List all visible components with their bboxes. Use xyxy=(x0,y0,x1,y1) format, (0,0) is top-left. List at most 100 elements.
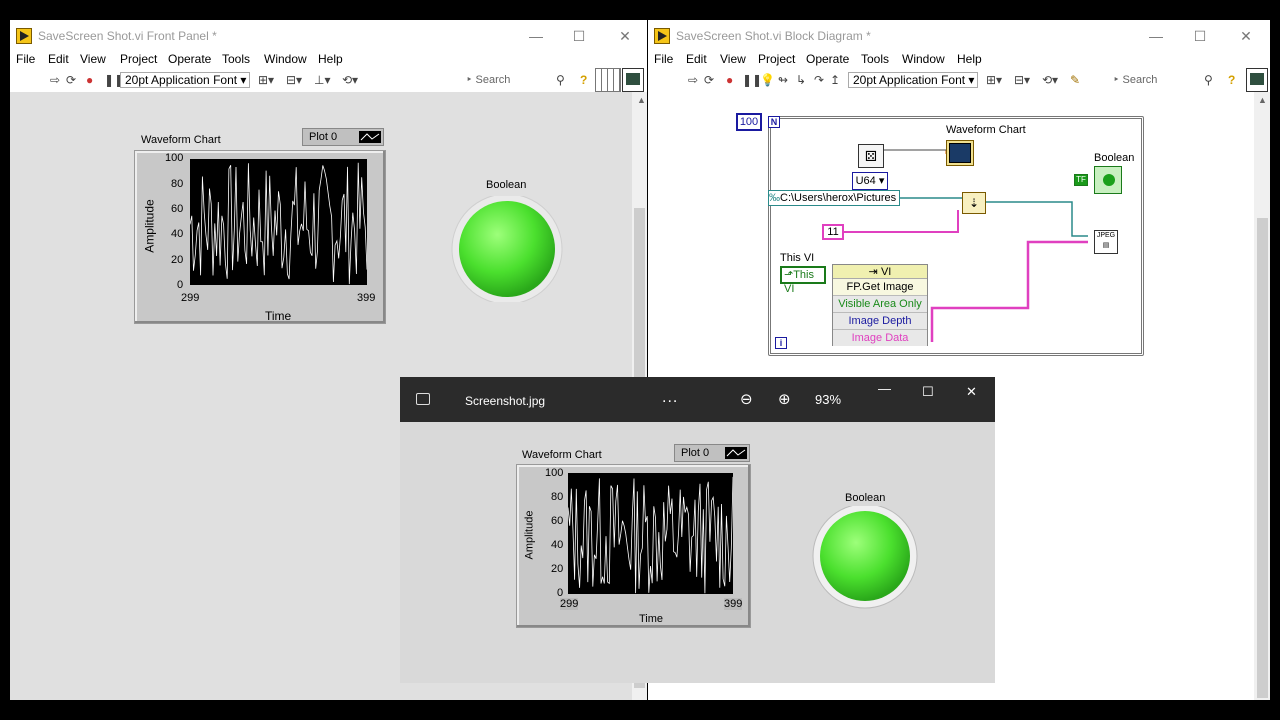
more-options-button[interactable]: ... xyxy=(662,389,678,407)
x-tick-min[interactable]: 299 xyxy=(181,292,199,304)
plot-line-swatch-icon xyxy=(359,131,381,143)
connector-pane-icon[interactable] xyxy=(595,68,621,92)
maximize-icon[interactable]: ☐ xyxy=(1190,26,1210,46)
menu-window[interactable]: Window xyxy=(902,52,945,66)
menu-edit[interactable]: Edit xyxy=(686,52,707,66)
help-icon[interactable]: ? xyxy=(580,73,587,87)
chart-plot-area xyxy=(567,473,734,594)
help-icon[interactable]: ? xyxy=(1228,73,1235,87)
reorder-icon[interactable]: ⟲▾ xyxy=(342,73,358,87)
menu-view[interactable]: View xyxy=(720,52,746,66)
align-icon[interactable]: ⊞▾ xyxy=(986,73,1002,87)
menu-project[interactable]: Project xyxy=(120,52,157,66)
waveform-chart: Amplitude 100 80 60 40 20 0 299 399 Time xyxy=(516,464,751,628)
front-panel-title: SaveScreen Shot.vi Front Panel * xyxy=(38,29,217,43)
reorder-icon[interactable]: ⟲▾ xyxy=(1042,73,1058,87)
menu-operate[interactable]: Operate xyxy=(168,52,211,66)
photos-app-icon xyxy=(416,393,430,405)
menu-project[interactable]: Project xyxy=(758,52,795,66)
front-panel-titlebar[interactable]: SaveScreen Shot.vi Front Panel * — ☐ ✕ xyxy=(10,20,647,52)
abort-icon[interactable]: ● xyxy=(86,73,93,87)
search-icon[interactable]: ⚲ xyxy=(556,73,565,87)
step-out-icon[interactable]: ↥ xyxy=(830,73,840,87)
cleanup-diagram-icon[interactable]: ✎ xyxy=(1070,73,1080,87)
random-number-icon[interactable]: ⚄ xyxy=(858,144,884,168)
highlight-execution-icon[interactable]: 💡 xyxy=(760,73,775,87)
x-tick-max[interactable]: 399 xyxy=(357,292,375,304)
retain-wire-values-icon[interactable]: ↬ xyxy=(778,73,788,87)
wires xyxy=(836,149,1088,342)
plot-legend[interactable]: Plot 0 xyxy=(302,128,384,146)
font-selector[interactable]: 20pt Application Font ▾ xyxy=(120,72,250,88)
minimize-icon[interactable]: — xyxy=(878,381,891,396)
menu-edit[interactable]: Edit xyxy=(48,52,69,66)
align-icon[interactable]: ⊞▾ xyxy=(258,73,274,87)
run-continuous-icon[interactable]: ⟳ xyxy=(66,73,76,87)
plot-legend: Plot 0 xyxy=(674,444,750,462)
waveform-chart-terminal[interactable] xyxy=(946,140,974,166)
abort-icon[interactable]: ● xyxy=(726,73,733,87)
invoke-param-image-data[interactable]: Image Data xyxy=(833,330,927,346)
this-vi-label: This VI xyxy=(780,252,815,264)
boolean-indicator-terminal[interactable] xyxy=(1094,166,1122,194)
close-icon[interactable]: ✕ xyxy=(1236,26,1256,46)
resize-icon[interactable]: ⊥▾ xyxy=(314,73,330,87)
distribute-icon[interactable]: ⊟▾ xyxy=(286,73,302,87)
minimize-icon[interactable]: — xyxy=(526,26,546,46)
block-diagram-titlebar[interactable]: SaveScreen Shot.vi Block Diagram * — ☐ ✕ xyxy=(648,20,1270,52)
menu-help[interactable]: Help xyxy=(318,52,343,66)
invoke-node[interactable]: ⇥ VI FP.Get Image Visible Area Only Imag… xyxy=(832,264,928,346)
y-tick: 20 xyxy=(551,563,564,575)
vi-icon[interactable] xyxy=(1246,68,1268,92)
block-diagram-title: SaveScreen Shot.vi Block Diagram * xyxy=(676,29,871,43)
search-icon[interactable]: ⚲ xyxy=(1204,73,1213,87)
menu-window[interactable]: Window xyxy=(264,52,307,66)
menu-help[interactable]: Help xyxy=(957,52,982,66)
menu-operate[interactable]: Operate xyxy=(806,52,849,66)
invoke-param-image-depth[interactable]: Image Depth xyxy=(833,313,927,330)
y-tick: 80 xyxy=(171,178,184,190)
vi-icon[interactable] xyxy=(622,68,644,92)
block-diagram-vscrollbar[interactable]: ▲ xyxy=(1254,92,1270,700)
boolean-led[interactable] xyxy=(450,193,566,305)
build-path-node[interactable]: ⇣ xyxy=(962,192,986,214)
boolean-terminal-label: Boolean xyxy=(1094,152,1135,164)
run-arrow-icon[interactable]: ⇨ xyxy=(688,73,698,87)
invoke-param-visible-area[interactable]: Visible Area Only xyxy=(833,296,927,313)
search-input[interactable]: ‣ Search xyxy=(1113,73,1157,89)
run-arrow-icon[interactable]: ⇨ xyxy=(50,73,60,87)
close-icon[interactable]: ✕ xyxy=(615,26,635,46)
numeric-constant[interactable]: 11 xyxy=(822,224,844,240)
chart-plot-area[interactable] xyxy=(189,159,368,285)
step-over-icon[interactable]: ↷ xyxy=(814,73,824,87)
path-constant[interactable]: ‰C:\Users\herox\Pictures xyxy=(768,190,900,206)
photo-filename: Screenshot.jpg xyxy=(465,394,546,408)
y-axis-label: Amplitude xyxy=(523,510,536,560)
distribute-icon[interactable]: ⊟▾ xyxy=(1014,73,1030,87)
step-into-icon[interactable]: ↳ xyxy=(796,73,806,87)
waveform-chart[interactable]: Amplitude 100 80 60 40 20 0 299 399 Time xyxy=(134,150,386,324)
menu-tools[interactable]: Tools xyxy=(222,52,250,66)
zoom-out-icon[interactable]: ⊖ xyxy=(740,390,753,408)
u64-conversion[interactable]: U64 ▾ xyxy=(852,172,888,190)
font-selector[interactable]: 20pt Application Font ▾ xyxy=(848,72,978,88)
write-jpeg-node[interactable]: JPEG ▤ xyxy=(1094,230,1118,254)
minimize-icon[interactable]: — xyxy=(1146,26,1166,46)
menu-view[interactable]: View xyxy=(80,52,106,66)
menu-file[interactable]: File xyxy=(16,52,35,66)
maximize-icon[interactable]: ☐ xyxy=(922,384,934,400)
this-vi-reference[interactable]: ⬏This VI xyxy=(780,266,826,295)
plot-line-swatch-icon xyxy=(725,447,747,459)
search-input[interactable]: ‣ Search xyxy=(466,73,510,89)
menu-tools[interactable]: Tools xyxy=(861,52,889,66)
photo-image[interactable]: Waveform Chart Plot 0 Amplitude 100 80 6… xyxy=(400,422,995,683)
waveform-line xyxy=(567,476,734,594)
maximize-icon[interactable]: ☐ xyxy=(569,26,589,46)
menu-file[interactable]: File xyxy=(654,52,673,66)
run-continuous-icon[interactable]: ⟳ xyxy=(704,73,714,87)
zoom-in-icon[interactable]: ⊕ xyxy=(778,390,791,408)
boolean-true-constant[interactable]: TF xyxy=(1074,174,1088,186)
close-icon[interactable]: ✕ xyxy=(966,384,977,400)
x-tick-max: 399 xyxy=(724,598,743,610)
waveform-line xyxy=(189,162,368,285)
